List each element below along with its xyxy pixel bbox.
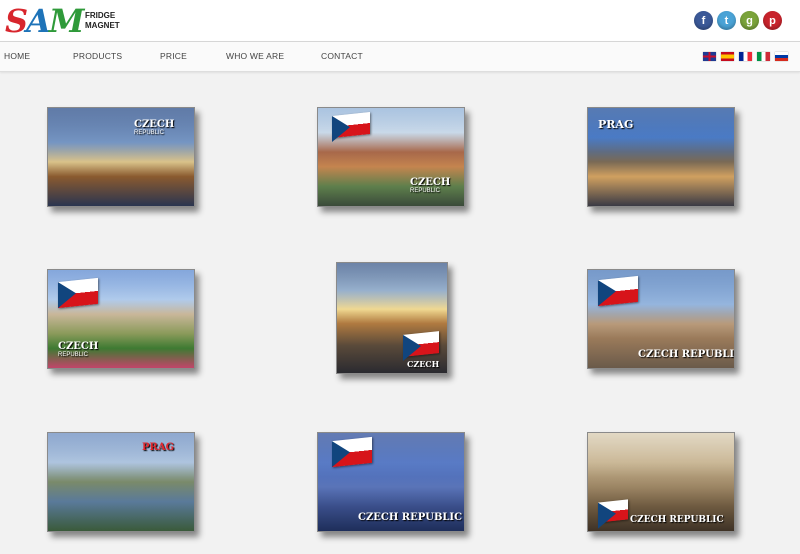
pinterest-icon[interactable]: p xyxy=(763,11,782,30)
flag-es-icon[interactable] xyxy=(721,52,734,61)
flag-fr-icon[interactable] xyxy=(739,52,752,61)
flag-it-icon[interactable] xyxy=(757,52,770,61)
google-icon[interactable]: g xyxy=(740,11,759,30)
czech-flag-icon xyxy=(403,331,439,357)
magnet-sheen xyxy=(48,433,194,478)
nav-who-we-are[interactable]: WHO WE ARE xyxy=(226,51,284,61)
magnet-caption: CZECH REPUBLIC xyxy=(410,177,451,195)
magnet-caption: CZECH REPUBLIC xyxy=(134,119,175,137)
magnet-sheen xyxy=(337,263,447,313)
language-switcher xyxy=(703,52,788,61)
logo-wordmark: FRIDGE MAGNET xyxy=(85,11,120,30)
logo-mark: SAM xyxy=(5,2,84,40)
magnet-caption: CZECH REPUBLIC xyxy=(358,512,463,523)
social-links: f t g p xyxy=(694,11,782,30)
czech-flag-icon xyxy=(598,275,638,307)
magnet-caption: CZECH REPUBLIC xyxy=(638,349,735,360)
magnet-caption: PRAG xyxy=(598,118,634,131)
czech-flag-icon xyxy=(58,277,98,309)
flag-ru-icon[interactable] xyxy=(775,52,788,61)
product-magnet[interactable]: CZECH REPUBLIC xyxy=(47,269,195,369)
product-magnet[interactable]: CZECH REPUBLIC xyxy=(317,107,465,207)
czech-flag-icon xyxy=(332,436,372,468)
product-magnet[interactable]: PRAG xyxy=(47,432,195,532)
product-magnet[interactable]: CZECH xyxy=(336,262,448,374)
site-logo[interactable]: SAM FRIDGE MAGNET xyxy=(5,2,135,40)
czech-flag-icon xyxy=(598,499,628,523)
product-magnet[interactable]: CZECH REPUBLIC xyxy=(47,107,195,207)
magnet-caption: CZECH REPUBLIC xyxy=(58,341,99,359)
magnet-sheen xyxy=(588,433,734,478)
nav-contact[interactable]: CONTACT xyxy=(321,51,363,61)
product-magnet[interactable]: CZECH REPUBLIC xyxy=(317,432,465,532)
main-nav: HOME PRODUCTS PRICE WHO WE ARE CONTACT xyxy=(0,41,800,72)
magnet-caption: CZECH xyxy=(407,359,440,369)
facebook-icon[interactable]: f xyxy=(694,11,713,30)
czech-flag-icon xyxy=(332,112,370,138)
twitter-icon[interactable]: t xyxy=(717,11,736,30)
magnet-caption: CZECH REPUBLIC xyxy=(630,515,724,525)
nav-price[interactable]: PRICE xyxy=(160,51,187,61)
site-header: SAM FRIDGE MAGNET f t g p xyxy=(0,0,800,41)
product-magnet[interactable]: CZECH REPUBLIC xyxy=(587,269,735,369)
flag-en-icon[interactable] xyxy=(703,52,716,61)
magnet-caption: PRAG xyxy=(142,442,175,453)
nav-products[interactable]: PRODUCTS xyxy=(73,51,122,61)
product-magnet[interactable]: PRAG xyxy=(587,107,735,207)
product-magnet[interactable]: CZECH REPUBLIC xyxy=(587,432,735,532)
nav-home[interactable]: HOME xyxy=(4,51,30,61)
